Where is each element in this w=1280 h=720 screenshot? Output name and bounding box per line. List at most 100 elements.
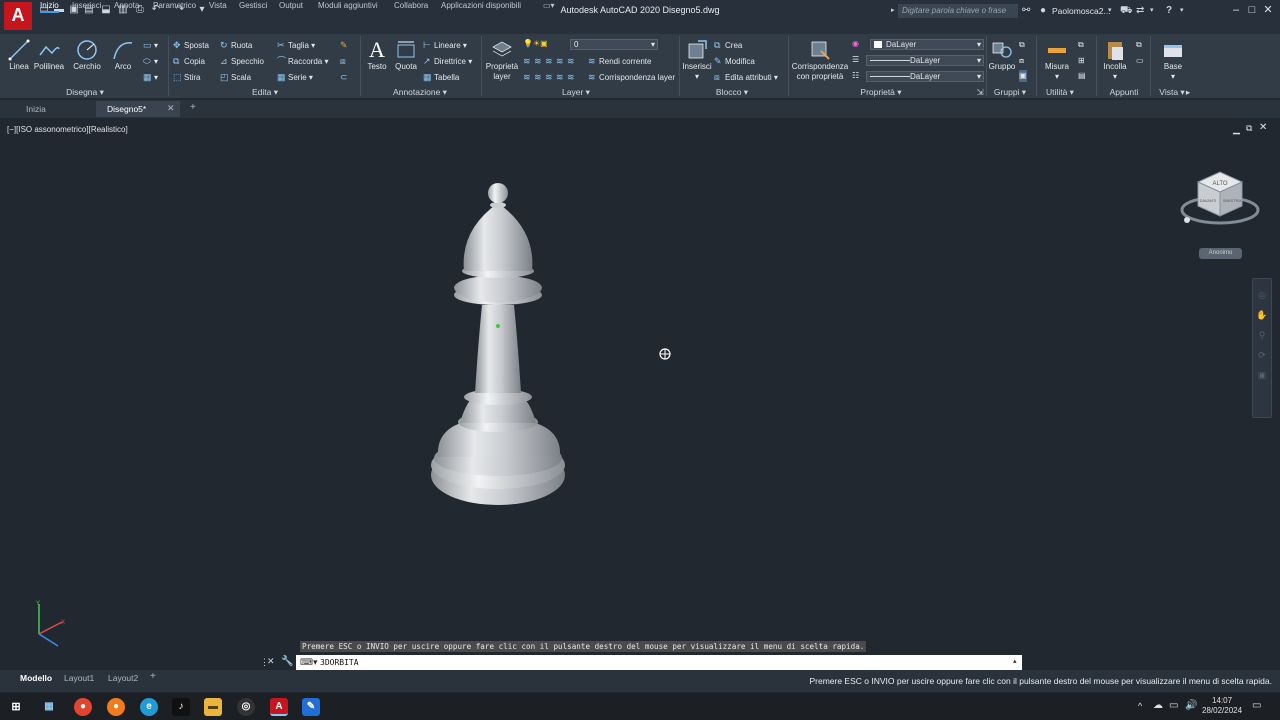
layout-tab-modello[interactable]: Modello [20,673,52,683]
orbit-icon[interactable]: ⟳ [1253,345,1271,365]
offset-button[interactable]: ⊂ [340,71,351,84]
ruota-button[interactable]: ↻ Ruota [220,39,252,52]
panel-title-proprieta[interactable]: Proprietà ▾ [858,87,904,98]
cloud-icon[interactable]: ☁ [1153,700,1163,711]
taglia-button[interactable]: ✂ Taglia ▾ [277,39,315,52]
user-name[interactable]: Paolomosca2... [1052,6,1111,16]
drawing-viewport[interactable] [0,119,1280,668]
tab-collabora[interactable]: Collabora [394,1,428,10]
gruppo-button[interactable]: Gruppo [988,38,1016,72]
exchange-icon[interactable]: ⇄ [1136,4,1144,18]
ungroup-icon[interactable]: ⧉ [1019,39,1025,51]
color-wheel-icon[interactable]: ◉ [852,38,859,50]
panel-title-utilita[interactable]: Utilità ▾ [1040,87,1080,98]
select-all-icon[interactable]: ⊞ [1078,55,1085,67]
tabella-button[interactable]: ▦ Tabella [423,71,459,84]
misura-button[interactable]: Misura ▾ [1040,38,1074,82]
proprieta-layer-button[interactable]: Proprietà layer [484,38,520,82]
panel-title-layer[interactable]: Layer ▾ [556,87,596,98]
tab-output[interactable]: Output [279,1,303,10]
tab-annota[interactable]: Annota [114,1,139,10]
task-view-icon[interactable]: ▦ [40,698,58,716]
calculator-icon[interactable]: ▤ [1078,70,1086,82]
chess-bishop-model[interactable] [420,175,580,515]
command-input[interactable]: 3DORBITA [296,655,1022,670]
minimize-icon[interactable]: – [1228,3,1244,17]
firefox-icon[interactable]: ● [107,698,125,716]
taskbar-clock[interactable]: 14:07 28/02/2024 [1202,696,1242,716]
full-navigation-wheel-icon[interactable]: ◎ [1253,285,1271,305]
panel-title-disegna[interactable]: Disegna ▾ [60,87,110,98]
layer-tools-row1[interactable]: ≋ ≋ ≋ ≋ ≋ [523,55,578,68]
ribbon-panels-menu-icon[interactable]: ▸ [1184,87,1192,98]
corrispondenza-layer-button[interactable]: ≋ Corrispondenza layer [588,71,675,84]
doc-tab-close-icon[interactable]: ✕ [167,103,175,114]
layer-tools-row2[interactable]: ≋ ≋ ≋ ≋ ≋ [523,71,578,84]
panel-title-blocco[interactable]: Blocco ▾ [712,87,752,98]
close-icon[interactable]: ✕ [1260,3,1276,17]
crea-button[interactable]: ⧉ Crea [714,39,742,52]
lineare-button[interactable]: ⊢ Lineare ▾ [423,39,467,52]
sposta-button[interactable]: ✥ Sposta [173,39,209,52]
tab-inserisci[interactable]: Inserisci [72,1,101,10]
editor-app-icon[interactable]: ✎ [302,698,320,716]
help-dropdown-icon[interactable]: ▾ [1180,4,1184,18]
command-close-icon[interactable]: ✕ [267,656,275,667]
rectangle-button[interactable]: ▭ ▾ [143,39,158,52]
layer-dropdown[interactable]: 0 ▾ [570,39,658,50]
autocad-taskbar-icon[interactable]: A [270,698,288,716]
raccorda-button[interactable]: ⌒ Raccorda ▾ [277,55,329,68]
tab-inizio[interactable]: Inizio [40,1,59,13]
group-edit-icon[interactable]: ⧈ [1019,55,1024,67]
color-dropdown[interactable]: DaLayer ▾ [870,39,984,50]
region-button[interactable]: ▦ ▾ [143,71,158,84]
inserisci-button[interactable]: Inserisci ▾ [682,38,712,82]
doc-tab-inizia[interactable]: Inizia [26,104,46,114]
quota-button[interactable]: Quota [393,38,419,72]
tray-expand-icon[interactable]: ^ [1138,701,1142,711]
serie-button[interactable]: ▦ Serie ▾ [277,71,313,84]
tab-gestisci[interactable]: Gestisci [239,1,267,10]
stira-button[interactable]: ⬚ Stira [173,71,200,84]
file-explorer-icon[interactable]: ▬ [204,698,222,716]
new-tab-icon[interactable]: + [190,102,196,113]
viewport-restore-icon[interactable]: ⧉ [1246,123,1252,134]
base-button[interactable]: Base ▾ [1156,38,1190,82]
rendi-corrente-button[interactable]: ≋ Rendi corrente [588,55,651,68]
pan-icon[interactable]: ✋ [1253,305,1271,325]
app-menu-button[interactable]: A [4,2,32,30]
user-dropdown-icon[interactable]: ▾ [1108,4,1112,18]
user-icon[interactable]: ● [1040,4,1046,18]
zoom-icon[interactable]: ⚲ [1253,325,1271,345]
copia-button[interactable]: ⧉ Copia [173,55,205,68]
exchange-dropdown-icon[interactable]: ▾ [1150,4,1154,18]
incolla-button[interactable]: Incolla ▾ [1100,38,1130,82]
polilinea-button[interactable]: Polilinea [32,38,66,72]
panel-title-edita[interactable]: Edita ▾ [240,87,290,98]
direttrice-button[interactable]: ↗ Direttrice ▾ [423,55,472,68]
edita-attributi-button[interactable]: ⧈ Edita attributi ▾ [714,71,778,84]
search-input[interactable]: Digitare parola chiave o frase [898,4,1018,18]
explode-button[interactable]: ⧈ [340,55,351,68]
volume-icon[interactable]: 🔊 [1185,700,1197,711]
hatch-button[interactable]: ⬭ ▾ [143,55,158,68]
group-select-icon[interactable]: ▣ [1019,70,1027,82]
viewport-minimize-icon[interactable]: ▁ [1233,124,1240,135]
lineweight-dropdown[interactable]: DaLayer ▾ [866,71,984,82]
viewport-controls-label[interactable]: [−][ISO assonometrico][Realistico] [7,125,128,134]
cerchio-button[interactable]: Cerchio [70,38,104,72]
layout-tab-layout2[interactable]: Layout2 [108,673,138,683]
panel-title-gruppi[interactable]: Gruppi ▾ [990,87,1030,98]
command-history-icon[interactable]: ▴ [1013,657,1017,665]
quick-select-icon[interactable]: ⧉ [1078,39,1084,51]
specchio-button[interactable]: ⊿ Specchio [220,55,264,68]
tiktok-icon[interactable]: ♪ [172,698,190,716]
tab-applicazioni[interactable]: Applicazioni disponibili [441,1,521,10]
search-expand-icon[interactable]: ▸ [891,4,895,18]
command-prompt-icon[interactable]: ⌨▾ [300,657,318,668]
layout-tab-layout1[interactable]: Layout1 [64,673,94,683]
network-icon[interactable]: ▭ [1169,700,1178,711]
command-customize-icon[interactable]: 🔧 [281,656,293,667]
panel-title-annotazione[interactable]: Annotazione ▾ [392,87,448,98]
tab-vista[interactable]: Vista [209,1,227,10]
